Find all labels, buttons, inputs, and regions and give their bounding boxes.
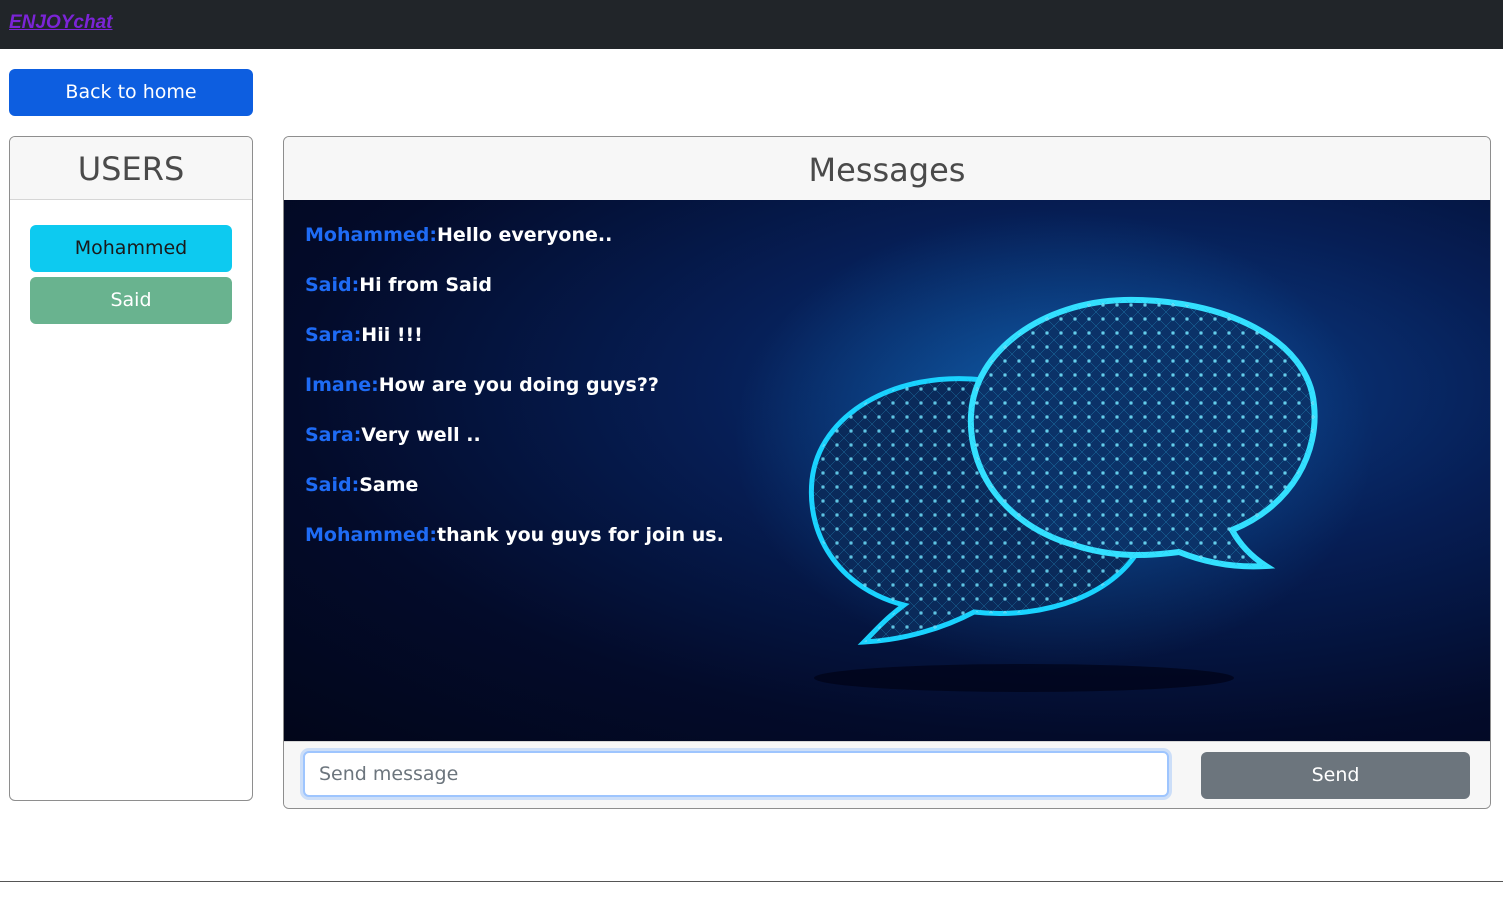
message-input[interactable] — [303, 751, 1169, 797]
users-panel: USERS Mohammed Said — [9, 136, 253, 801]
message-item: Sara:Very well .. — [305, 424, 724, 474]
message-text: thank you guys for join us. — [437, 524, 724, 546]
bubble-shadow — [814, 664, 1234, 692]
send-button[interactable]: Send — [1201, 752, 1470, 799]
message-text: Hi from Said — [359, 274, 492, 296]
message-author: Mohammed: — [305, 524, 437, 546]
message-text: Hii !!! — [361, 324, 423, 346]
messages-panel-title: Messages — [284, 137, 1490, 200]
brand-link[interactable]: ENJOYchat — [9, 12, 112, 34]
top-navbar: ENJOYchat — [0, 0, 1503, 49]
message-author: Mohammed: — [305, 224, 437, 246]
messages-area[interactable]: Mohammed:Hello everyone.. Said:Hi from S… — [284, 200, 1490, 741]
message-author: Sara: — [305, 424, 362, 446]
message-author: Sara: — [305, 324, 362, 346]
message-item: Mohammed:Hello everyone.. — [305, 224, 724, 274]
message-text: Very well .. — [361, 424, 481, 446]
back-to-home-button[interactable]: Back to home — [9, 69, 253, 116]
message-item: Said:Same — [305, 474, 724, 524]
user-button-mohammed[interactable]: Mohammed — [30, 225, 232, 272]
footer-divider — [0, 881, 1503, 882]
message-item: Said:Hi from Said — [305, 274, 724, 324]
composer-bar: Send — [284, 741, 1490, 808]
message-item: Imane:How are you doing guys?? — [305, 374, 724, 424]
messages-panel: Messages Mohammed:Hello everyone.. Said:… — [283, 136, 1491, 809]
message-text: Same — [359, 474, 419, 496]
message-item: Mohammed:thank you guys for join us. — [305, 524, 724, 574]
message-text: How are you doing guys?? — [378, 374, 659, 396]
message-text: Hello everyone.. — [437, 224, 613, 246]
message-author: Said: — [305, 274, 360, 296]
message-list: Mohammed:Hello everyone.. Said:Hi from S… — [305, 224, 724, 574]
message-author: Said: — [305, 474, 360, 496]
users-panel-title: USERS — [10, 137, 252, 200]
message-author: Imane: — [305, 374, 379, 396]
user-button-said[interactable]: Said — [30, 277, 232, 324]
message-item: Sara:Hii !!! — [305, 324, 724, 374]
